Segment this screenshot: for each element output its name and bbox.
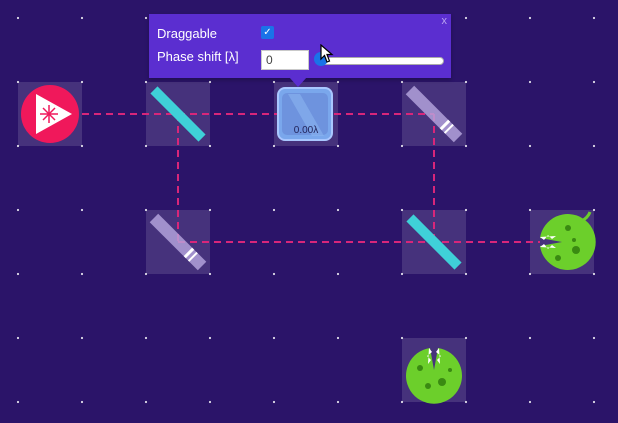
grid-dot [336,272,340,276]
grid-dot [80,16,84,20]
glass-phase-plate[interactable]: 0.00λ [277,87,333,141]
grid-dot [16,336,20,340]
grid-dot [80,272,84,276]
grid-dot [592,80,596,84]
close-icon[interactable]: x [442,15,448,27]
grid-dot [528,144,532,148]
grid-dot [272,272,276,276]
phase-label: 0.00λ [294,125,318,136]
grid-dot [272,336,276,340]
phase-shift-label: Phase shift [λ] [157,49,239,64]
grid-dot [592,16,596,20]
grid-dot [272,208,276,212]
grid-dot [144,336,148,340]
phase-shift-slider[interactable] [317,57,444,65]
grid-dot [208,336,212,340]
grid-dot [80,208,84,212]
grid-dot [16,400,20,404]
grid-dot [528,80,532,84]
grid-dot [16,208,20,212]
grid-dot [592,144,596,148]
grid-dot [80,336,84,340]
grid-dot [144,16,148,20]
grid-dot [592,400,596,404]
draggable-label: Draggable [157,26,217,41]
popup-pointer [289,77,307,87]
grid-dot [336,208,340,212]
laser-source[interactable] [21,85,79,143]
mouse-cursor-icon [320,44,334,63]
grid-dot [528,400,532,404]
grid-dot [528,336,532,340]
grid-dot [336,336,340,340]
grid-dot [336,400,340,404]
grid-dot [80,400,84,404]
grid-dot [464,16,468,20]
grid-dot [16,16,20,20]
grid-dot [208,400,212,404]
grid-dot [16,272,20,276]
grid-dot [144,400,148,404]
grid-dot [272,400,276,404]
grid-dot [528,16,532,20]
phase-shift-input[interactable] [261,50,309,70]
draggable-checkbox[interactable]: ✓ [261,26,274,39]
element-settings-popup: x Draggable ✓ Phase shift [λ] [149,14,451,87]
grid-dot [592,336,596,340]
